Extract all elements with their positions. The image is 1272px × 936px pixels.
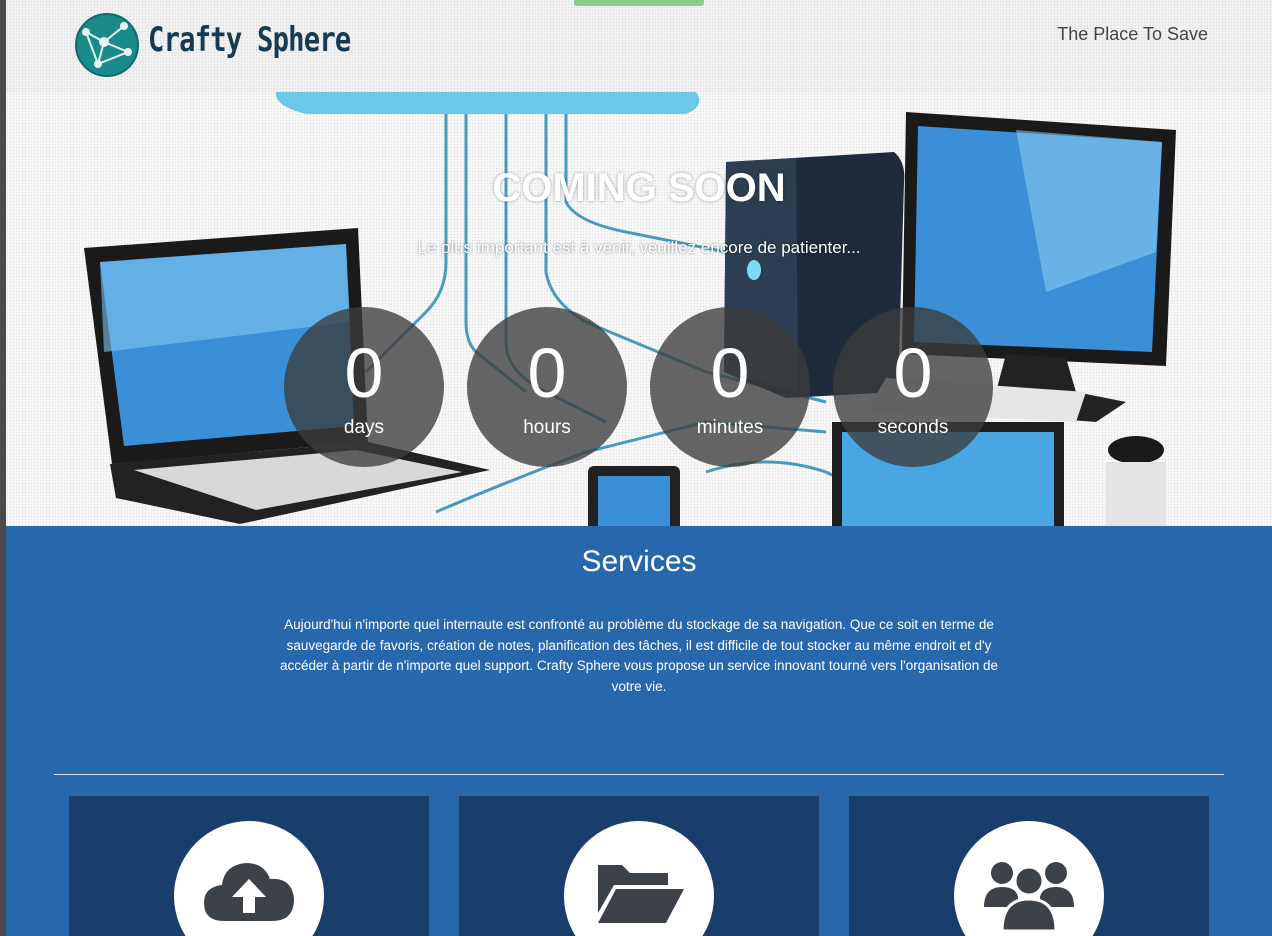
service-card-users[interactable] — [849, 796, 1209, 936]
connected-devices-illustration — [84, 92, 1176, 526]
service-icon-circle — [954, 821, 1104, 936]
countdown-minutes-label: minutes — [696, 417, 764, 438]
service-card-folder[interactable] — [459, 796, 819, 936]
coming-soon-title: COMING SOON — [492, 166, 786, 210]
service-card-upload[interactable] — [69, 796, 429, 936]
service-icon-circle — [564, 821, 714, 936]
countdown-days-label: days — [343, 417, 385, 438]
header-tagline: The Place To Save — [1057, 24, 1208, 44]
services-title: Services — [581, 545, 697, 578]
countdown-minutes-value: 0 — [710, 334, 750, 412]
countdown-seconds-label: seconds — [877, 417, 949, 438]
services-description: Aujourd'hui n'importe quel internaute es… — [279, 617, 999, 694]
cloud-upload-icon — [204, 863, 294, 921]
countdown-seconds: 0 seconds — [833, 307, 993, 467]
countdown-days: 0 days — [284, 307, 444, 467]
users-icon — [984, 862, 1074, 931]
service-icon-circle — [174, 821, 324, 936]
countdown-hours-value: 0 — [527, 334, 567, 412]
services-divider — [54, 774, 1224, 775]
countdown-hours-label: hours — [523, 417, 571, 438]
countdown-minutes: 0 minutes — [650, 307, 810, 467]
countdown-seconds-value: 0 — [893, 334, 933, 412]
countdown-hours: 0 hours — [467, 307, 627, 467]
page: Crafty Sphere The Place To Save COMING S… — [6, 0, 1272, 936]
crafty-sphere-logo-icon[interactable] — [74, 12, 140, 78]
hero-section: COMING SOON Le plus important est à veni… — [6, 92, 1272, 526]
top-tab-handle[interactable] — [574, 0, 704, 6]
countdown-days-value: 0 — [344, 334, 384, 412]
coming-soon-subtitle: Le plus important est à venir, veuillez … — [417, 238, 861, 257]
brand-name[interactable]: Crafty Sphere — [148, 20, 351, 60]
folder-open-icon — [598, 865, 684, 923]
site-header: Crafty Sphere The Place To Save — [6, 0, 1272, 93]
